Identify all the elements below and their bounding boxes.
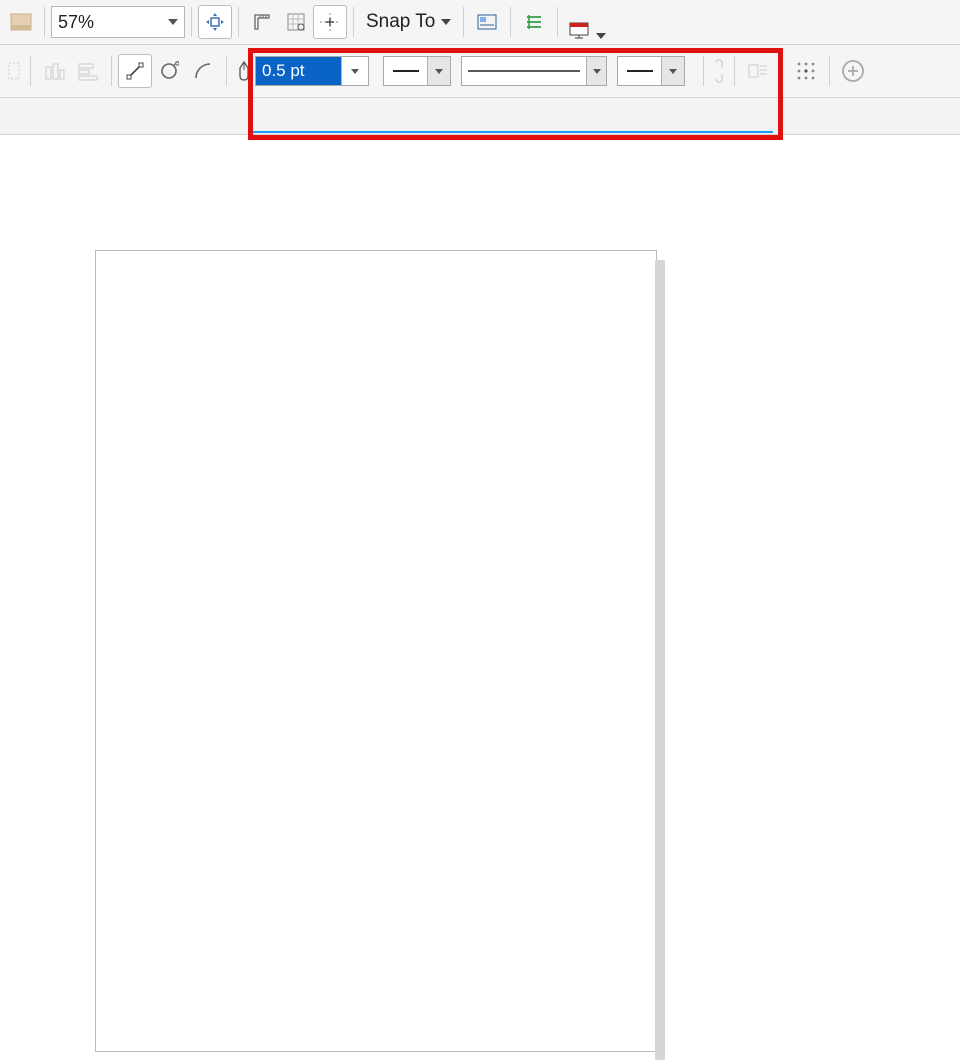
line-style-dropdown[interactable] — [586, 57, 606, 85]
arc-tool[interactable] — [186, 54, 220, 88]
center-dots-icon — [795, 60, 817, 82]
separator — [226, 56, 227, 86]
plus-circle-icon — [841, 59, 865, 83]
group-center-button[interactable] — [789, 54, 823, 88]
separator — [557, 7, 558, 37]
line-end-combo[interactable] — [617, 56, 685, 86]
guides-toggle[interactable] — [313, 5, 347, 39]
stroke-weight-combo[interactable]: 0.5 pt — [255, 56, 369, 86]
snap-menu[interactable]: Snap To — [360, 11, 457, 33]
pen-weight-icon-btn — [233, 54, 255, 88]
distribute-v-icon — [43, 61, 65, 81]
line-start-combo[interactable] — [383, 56, 451, 86]
separator — [734, 56, 735, 86]
object-tool[interactable] — [4, 54, 24, 88]
line-icon — [125, 61, 145, 81]
master-page-button[interactable] — [470, 5, 504, 39]
ruler-area: 1012345678910111213 — [0, 98, 960, 142]
separator — [111, 56, 112, 86]
properties-toolbar-wrap: 0.5 pt — [0, 45, 960, 98]
zoom-value: 57% — [58, 12, 94, 33]
distribute-h-icon — [77, 61, 99, 81]
grid-icon — [286, 12, 306, 32]
line-tool[interactable] — [118, 54, 152, 88]
arc-icon — [193, 61, 213, 81]
canvas[interactable] — [0, 140, 960, 640]
separator — [829, 56, 830, 86]
page-shadow — [655, 260, 665, 1060]
lock-ratio[interactable] — [710, 54, 728, 88]
baselines-icon — [524, 12, 544, 32]
separator — [703, 56, 704, 86]
align-distribute-v[interactable] — [37, 54, 71, 88]
line-style-combo[interactable] — [461, 56, 607, 86]
separator — [463, 7, 464, 37]
stroke-weight-value[interactable]: 0.5 pt — [256, 57, 341, 85]
separator — [30, 56, 31, 86]
page-image-icon — [476, 13, 498, 31]
grid-toggle[interactable] — [279, 5, 313, 39]
baseline-grid-button[interactable] — [517, 5, 551, 39]
crosshair-icon — [319, 12, 341, 32]
line-end-dropdown[interactable] — [661, 57, 684, 85]
move-icon — [205, 12, 225, 32]
separator — [238, 7, 239, 37]
line-start-preview — [391, 67, 421, 75]
palette-icon — [10, 13, 32, 31]
line-end-preview — [625, 67, 655, 75]
link-icon — [713, 59, 725, 83]
chevron-down-icon — [669, 69, 677, 74]
ellipse-tool[interactable] — [152, 54, 186, 88]
thumbnail-color-button[interactable] — [4, 5, 38, 39]
separator — [44, 7, 45, 37]
circle-node-icon — [159, 61, 179, 81]
view-toolbar: 57% Snap To — [0, 0, 960, 45]
presentation-icon — [568, 21, 590, 39]
object-icon — [7, 61, 21, 81]
chevron-down-icon — [593, 69, 601, 74]
chevron-down-icon — [351, 69, 359, 74]
page[interactable] — [95, 250, 657, 1052]
align-distribute-h[interactable] — [71, 54, 105, 88]
presentation-button[interactable] — [564, 5, 610, 39]
zoom-in-button[interactable] — [836, 54, 870, 88]
text-wrap-icon — [747, 61, 769, 81]
chevron-down-icon — [435, 69, 443, 74]
separator — [510, 7, 511, 37]
snap-label: Snap To — [366, 11, 435, 33]
guide-line — [248, 131, 773, 133]
properties-toolbar: 0.5 pt — [0, 45, 960, 97]
stroke-weight-dropdown[interactable] — [341, 57, 368, 85]
rulers-toggle[interactable] — [245, 5, 279, 39]
text-wrap-button[interactable] — [741, 54, 775, 88]
separator — [353, 7, 354, 37]
separator — [191, 7, 192, 37]
chevron-down-icon — [168, 19, 178, 25]
pen-icon — [236, 60, 252, 82]
ruler-background — [0, 98, 960, 134]
pan-button[interactable] — [198, 5, 232, 39]
zoom-combo[interactable]: 57% — [51, 6, 185, 38]
chevron-down-icon — [596, 33, 606, 39]
ruler-icon — [252, 12, 272, 32]
chevron-down-icon — [441, 19, 451, 25]
line-style-preview — [468, 67, 580, 75]
line-start-dropdown[interactable] — [427, 57, 450, 85]
